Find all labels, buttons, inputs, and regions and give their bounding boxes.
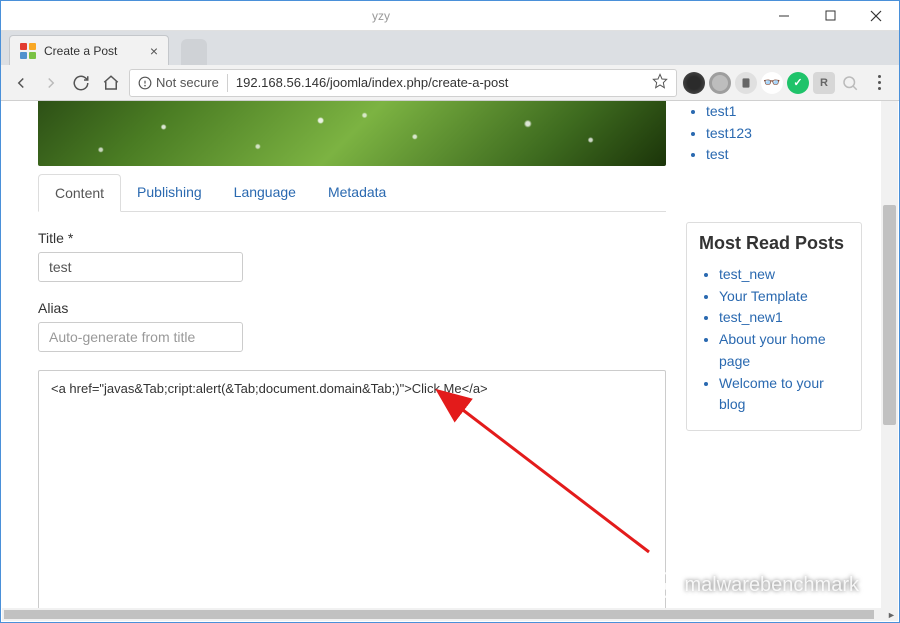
browser-tab[interactable]: Create a Post × (9, 35, 169, 65)
page-viewport: Content Publishing Language Metadata Tit… (2, 101, 898, 608)
hero-image (38, 101, 666, 166)
alias-input[interactable] (38, 322, 243, 352)
sidebar-top-links: test1 test123 test (686, 101, 862, 166)
browser-vertical-scrollbar[interactable] (881, 101, 898, 608)
url-text: 192.168.56.146/joomla/index.php/create-a… (236, 75, 644, 90)
editor-textarea[interactable]: <a href="javas&Tab;cript:alert(&Tab;docu… (38, 370, 666, 608)
tab-language[interactable]: Language (218, 174, 312, 211)
tab-publishing[interactable]: Publishing (121, 174, 218, 211)
extension-icon[interactable] (709, 72, 731, 94)
sidebar-column: test1 test123 test Most Read Posts test_… (686, 101, 862, 608)
not-secure-label: Not secure (156, 75, 219, 90)
editor-content-text: <a href="javas&Tab;cript:alert(&Tab;docu… (51, 381, 653, 396)
alias-label: Alias (38, 300, 666, 316)
home-button[interactable] (99, 71, 123, 95)
tab-content[interactable]: Content (38, 174, 121, 212)
card-title: Most Read Posts (699, 233, 849, 254)
sidebar-link[interactable]: Your Template (719, 286, 849, 308)
sidebar-link[interactable]: About your home page (719, 329, 849, 372)
annotation-arrow-icon (419, 387, 659, 567)
window-username: yzy (372, 9, 390, 23)
sidebar-link[interactable]: test_new1 (719, 307, 849, 329)
main-column: Content Publishing Language Metadata Tit… (38, 101, 666, 608)
browser-toolbar: Not secure 192.168.56.146/joomla/index.p… (1, 65, 899, 101)
extension-icon[interactable]: R (813, 72, 835, 94)
extension-icon[interactable]: 👓 (761, 72, 783, 94)
extension-icon[interactable]: ✓ (787, 72, 809, 94)
close-icon[interactable]: × (150, 43, 158, 59)
reload-button[interactable] (69, 71, 93, 95)
browser-tab-title: Create a Post (44, 44, 117, 58)
separator (227, 74, 228, 92)
scrollbar-thumb[interactable] (4, 610, 874, 619)
window-minimize-button[interactable] (761, 1, 807, 31)
new-tab-button[interactable] (181, 39, 207, 65)
title-input[interactable] (38, 252, 243, 282)
extensions-area: 👓 ✓ R (683, 72, 861, 94)
security-indicator[interactable]: Not secure (138, 75, 219, 90)
form-tabs: Content Publishing Language Metadata (38, 174, 666, 212)
extension-icon[interactable] (735, 72, 757, 94)
tab-metadata[interactable]: Metadata (312, 174, 402, 211)
address-bar[interactable]: Not secure 192.168.56.146/joomla/index.p… (129, 69, 677, 97)
forward-button[interactable] (39, 71, 63, 95)
bookmark-star-icon[interactable] (652, 73, 668, 92)
sidebar-link[interactable]: test1 (706, 101, 862, 123)
scrollbar-thumb[interactable] (883, 205, 896, 425)
window-titlebar: yzy (1, 1, 899, 31)
most-read-posts-card: Most Read Posts test_new Your Template t… (686, 222, 862, 431)
sidebar-link[interactable]: Welcome to your blog (719, 373, 849, 416)
sidebar-link[interactable]: test123 (706, 123, 862, 145)
joomla-favicon-icon (20, 43, 36, 59)
outer-horizontal-scrollbar[interactable]: ◄ ► (2, 608, 898, 621)
extension-icon[interactable] (683, 72, 705, 94)
extension-icon[interactable] (839, 72, 861, 94)
sidebar-link[interactable]: test (706, 144, 862, 166)
chrome-menu-button[interactable] (867, 75, 891, 90)
scroll-right-arrow-icon[interactable]: ► (885, 608, 898, 621)
back-button[interactable] (9, 71, 33, 95)
window-close-button[interactable] (853, 1, 899, 31)
sidebar-link[interactable]: test_new (719, 264, 849, 286)
title-label: Title * (38, 230, 666, 246)
window-maximize-button[interactable] (807, 1, 853, 31)
browser-tab-strip: Create a Post × (1, 31, 899, 65)
